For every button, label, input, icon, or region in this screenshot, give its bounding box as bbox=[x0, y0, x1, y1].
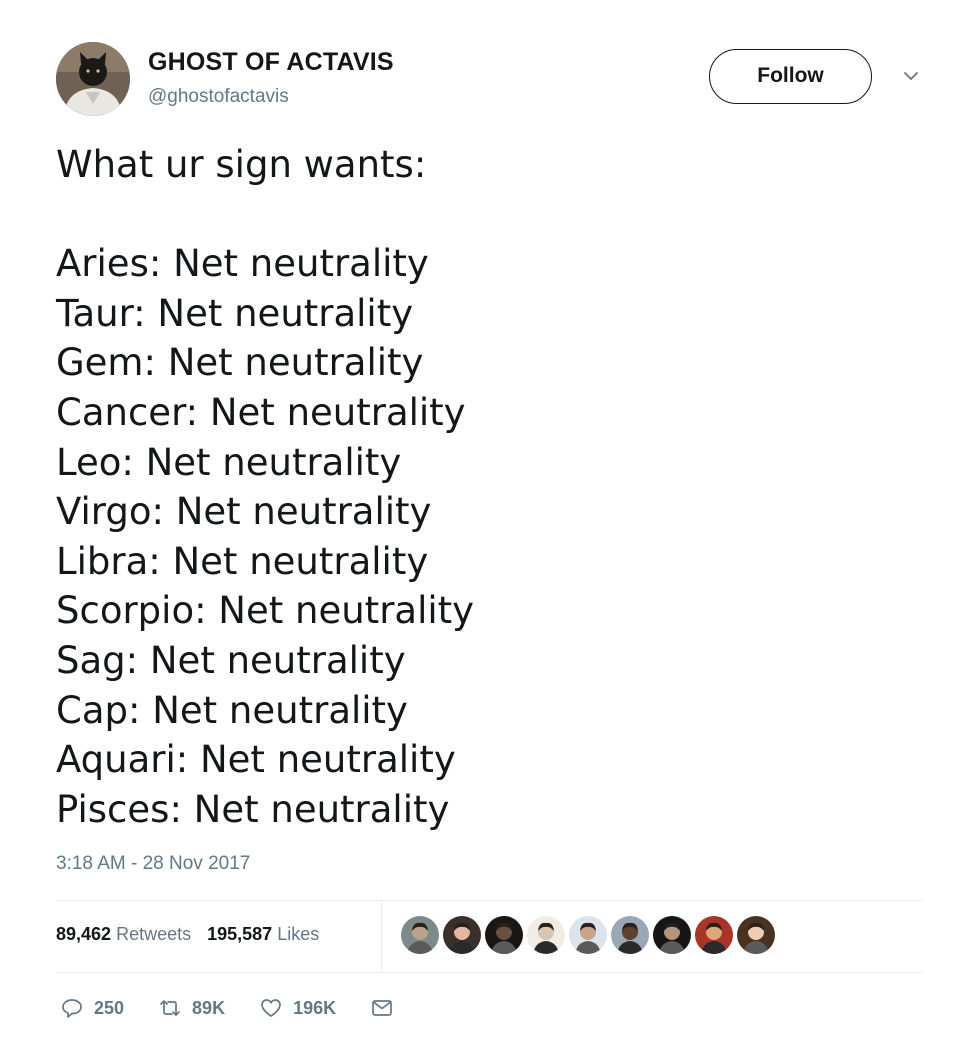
retweet-count: 89K bbox=[192, 997, 226, 1018]
tweet-line: Aries: Net neutrality bbox=[56, 242, 429, 286]
avatar-image bbox=[56, 42, 130, 116]
tweet-line: What ur sign wants: bbox=[56, 143, 427, 186]
tweet-line: Scorpio: Net neutrality bbox=[56, 589, 475, 633]
tweet-line: Gem: Net neutrality bbox=[56, 341, 424, 385]
tweet-line: Cancer: Net neutrality bbox=[56, 390, 466, 434]
retweet-button[interactable]: 89K bbox=[158, 996, 225, 1020]
tweet-line bbox=[56, 190, 936, 240]
tweet-line: Virgo: Net neutrality bbox=[56, 490, 432, 534]
retweet-icon bbox=[160, 1000, 180, 1016]
tweet-line: Pisces: Net neutrality bbox=[56, 787, 450, 831]
display-name[interactable]: GHOST OF ACTAVIS bbox=[148, 48, 394, 77]
tweet-timestamp[interactable]: 3:18 AM - 28 Nov 2017 bbox=[56, 853, 250, 875]
tweet-line: Libra: Net neutrality bbox=[56, 539, 429, 583]
tweet-line: Taur: Net neutrality bbox=[56, 291, 414, 335]
like-count: 196K bbox=[293, 997, 337, 1018]
tweet-line: Leo: Net neutrality bbox=[56, 440, 402, 484]
follow-button[interactable]: Follow bbox=[709, 49, 872, 104]
liker-avatar[interactable] bbox=[443, 916, 481, 954]
liker-avatars bbox=[401, 916, 775, 956]
reply-count: 250 bbox=[94, 997, 125, 1018]
stats-divider bbox=[381, 901, 382, 972]
tweet-actions: 250 89K 196K bbox=[60, 996, 428, 1020]
liker-avatar[interactable] bbox=[653, 916, 691, 954]
chevron-down-icon[interactable] bbox=[900, 68, 922, 84]
username-handle[interactable]: @ghostofactavis bbox=[148, 86, 289, 108]
divider bbox=[56, 972, 924, 973]
liker-avatar[interactable] bbox=[485, 916, 523, 954]
liker-avatar[interactable] bbox=[737, 916, 775, 954]
retweets-count: 89,462 bbox=[56, 924, 112, 944]
heart-icon bbox=[261, 999, 281, 1017]
likes-stat[interactable]: 195,587 Likes bbox=[207, 924, 319, 944]
retweets-label: Retweets bbox=[116, 924, 192, 944]
tweet-line: Cap: Net neutrality bbox=[56, 688, 408, 732]
like-button[interactable]: 196K bbox=[259, 996, 336, 1020]
engagement-stats: 89,462 Retweets 195,587 Likes bbox=[56, 924, 319, 945]
liker-avatar[interactable] bbox=[611, 916, 649, 954]
likes-count: 195,587 bbox=[207, 924, 273, 944]
liker-avatar[interactable] bbox=[569, 916, 607, 954]
direct-message-button[interactable] bbox=[370, 996, 394, 1020]
retweets-stat[interactable]: 89,462 Retweets bbox=[56, 924, 191, 944]
reply-icon bbox=[62, 999, 82, 1018]
divider bbox=[56, 900, 924, 901]
tweet-text: What ur sign wants: Aries: Net neutralit… bbox=[56, 140, 936, 834]
liker-avatar[interactable] bbox=[695, 916, 733, 954]
likes-label: Likes bbox=[277, 924, 320, 944]
avatar[interactable] bbox=[56, 42, 130, 116]
tweet-line: Sag: Net neutrality bbox=[56, 638, 406, 682]
liker-avatar[interactable] bbox=[527, 916, 565, 954]
reply-button[interactable]: 250 bbox=[60, 996, 124, 1020]
envelope-icon bbox=[372, 1000, 392, 1016]
tweet-line: Aquari: Net neutrality bbox=[56, 738, 456, 782]
liker-avatar[interactable] bbox=[401, 916, 439, 954]
